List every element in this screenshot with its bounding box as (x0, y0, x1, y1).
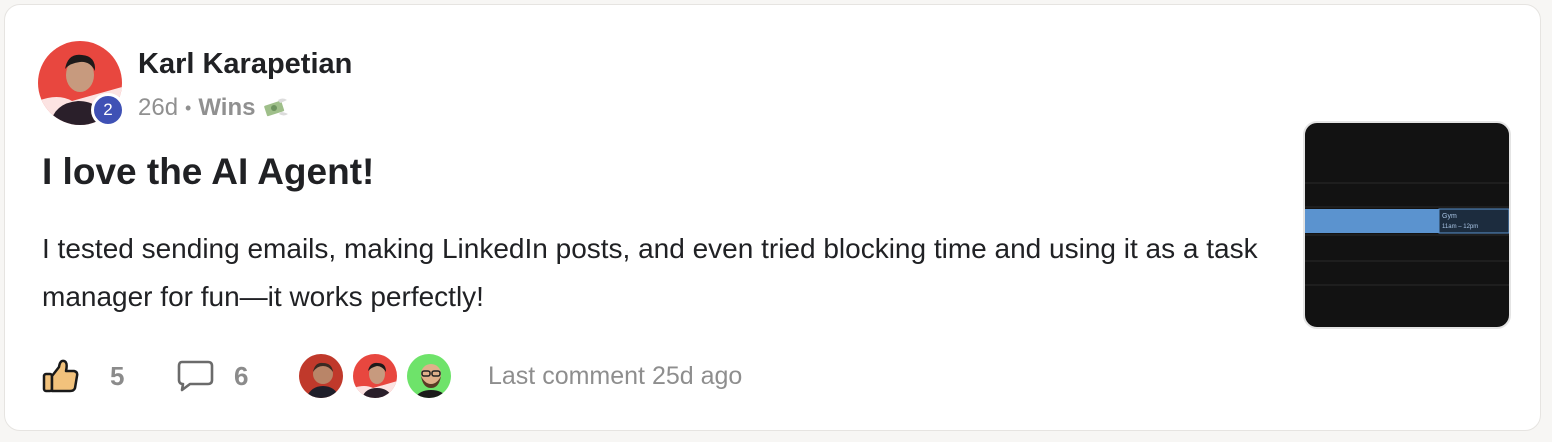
post-category[interactable]: Wins (198, 94, 255, 122)
post-card[interactable]: 2 Karl Karapetian 26d • Wins I love the … (4, 4, 1541, 431)
last-comment-time[interactable]: Last comment 25d ago (488, 362, 742, 391)
post-age[interactable]: 26d (138, 94, 178, 122)
author-name[interactable]: Karl Karapetian (138, 48, 352, 81)
commenter-avatar[interactable] (351, 352, 399, 400)
comment-count: 6 (234, 361, 249, 391)
post-title[interactable]: I love the AI Agent! (42, 151, 374, 193)
author-avatar-wrap[interactable]: 2 (38, 41, 125, 127)
like-count: 5 (110, 361, 125, 391)
commenter-avatar[interactable] (297, 352, 345, 400)
thumbnail-event-title: Gym (1442, 213, 1457, 220)
post-thumbnail[interactable]: Gym 11am – 12pm (1303, 121, 1511, 329)
thumbnail-event-time: 11am – 12pm (1442, 224, 1478, 230)
comment-bubble-icon[interactable] (176, 359, 214, 393)
meta-separator: • (185, 97, 192, 118)
like-thumbs-up-icon[interactable] (42, 357, 80, 395)
level-badge: 2 (91, 93, 125, 127)
post-body[interactable]: I tested sending emails, making LinkedIn… (42, 225, 1282, 321)
post-meta: 26d • Wins (138, 94, 289, 122)
money-with-wings-icon (261, 96, 289, 120)
commenter-avatar[interactable] (405, 352, 453, 400)
